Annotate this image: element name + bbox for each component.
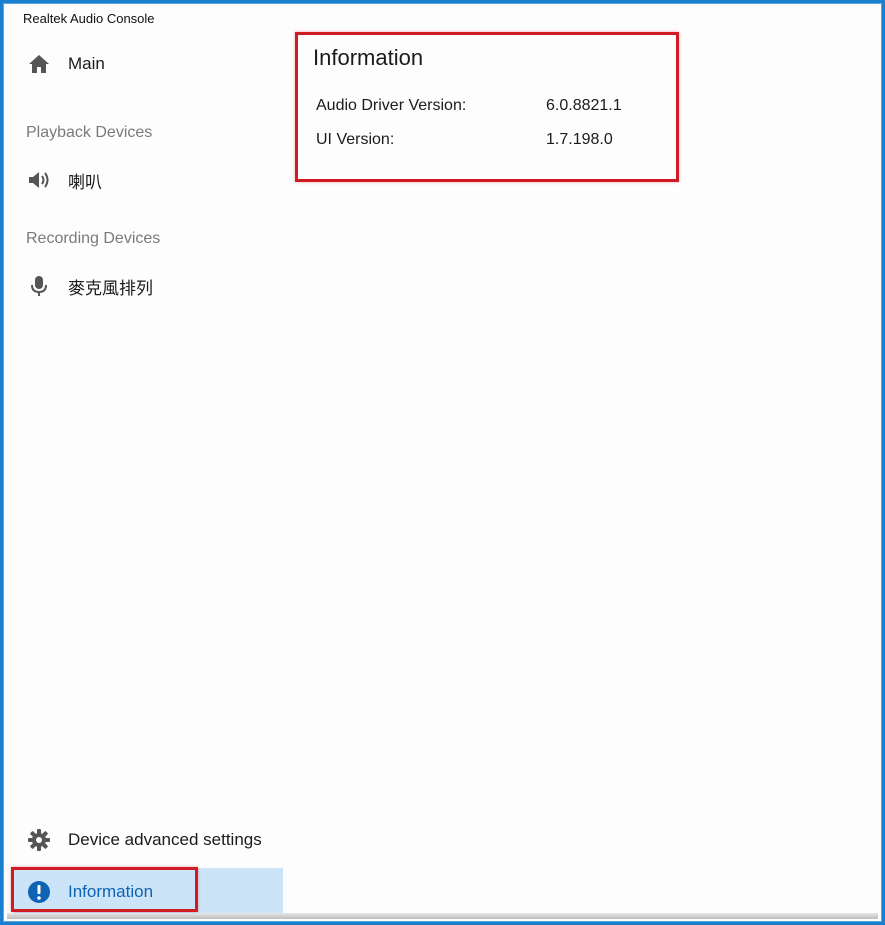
home-icon: [26, 51, 52, 77]
nav-information-label: Information: [68, 882, 154, 901]
nav-recording-mic-array[interactable]: 麥克風排列: [14, 262, 283, 310]
recording-section-label: Recording Devices: [26, 230, 161, 247]
microphone-icon: [26, 273, 52, 299]
nav-main-label: Main: [68, 54, 105, 73]
window-bottom-edge: [7, 913, 878, 919]
driver-version-label: Audio Driver Version:: [316, 97, 467, 114]
info-icon: [26, 879, 52, 905]
ui-version-label: UI Version:: [316, 131, 395, 148]
nav-playback-speaker[interactable]: 喇叭: [14, 156, 283, 204]
nav-information[interactable]: Information: [14, 868, 283, 916]
app-window: Realtek Audio Console Main Playback Devi…: [0, 0, 885, 925]
nav-playback-speaker-label: 喇叭: [68, 172, 102, 192]
playback-section-label: Playback Devices: [26, 124, 153, 141]
nav-main[interactable]: Main: [14, 40, 283, 88]
ui-version-value: 1.7.198.0: [546, 131, 613, 148]
nav-device-advanced-settings[interactable]: Device advanced settings: [14, 816, 283, 864]
nav-recording-mic-array-label: 麥克風排列: [68, 278, 153, 298]
nav-device-advanced-settings-label: Device advanced settings: [68, 830, 262, 849]
driver-version-value: 6.0.8821.1: [546, 97, 622, 114]
information-title: Information: [313, 45, 424, 70]
speaker-icon: [26, 167, 52, 193]
sidebar: Main Playback Devices 喇叭 Recording Devic…: [6, 6, 283, 919]
gear-icon: [26, 827, 52, 853]
information-page: Information Audio Driver Version: 6.0.88…: [283, 6, 878, 910]
information-panel: Information Audio Driver Version: 6.0.88…: [295, 32, 679, 182]
